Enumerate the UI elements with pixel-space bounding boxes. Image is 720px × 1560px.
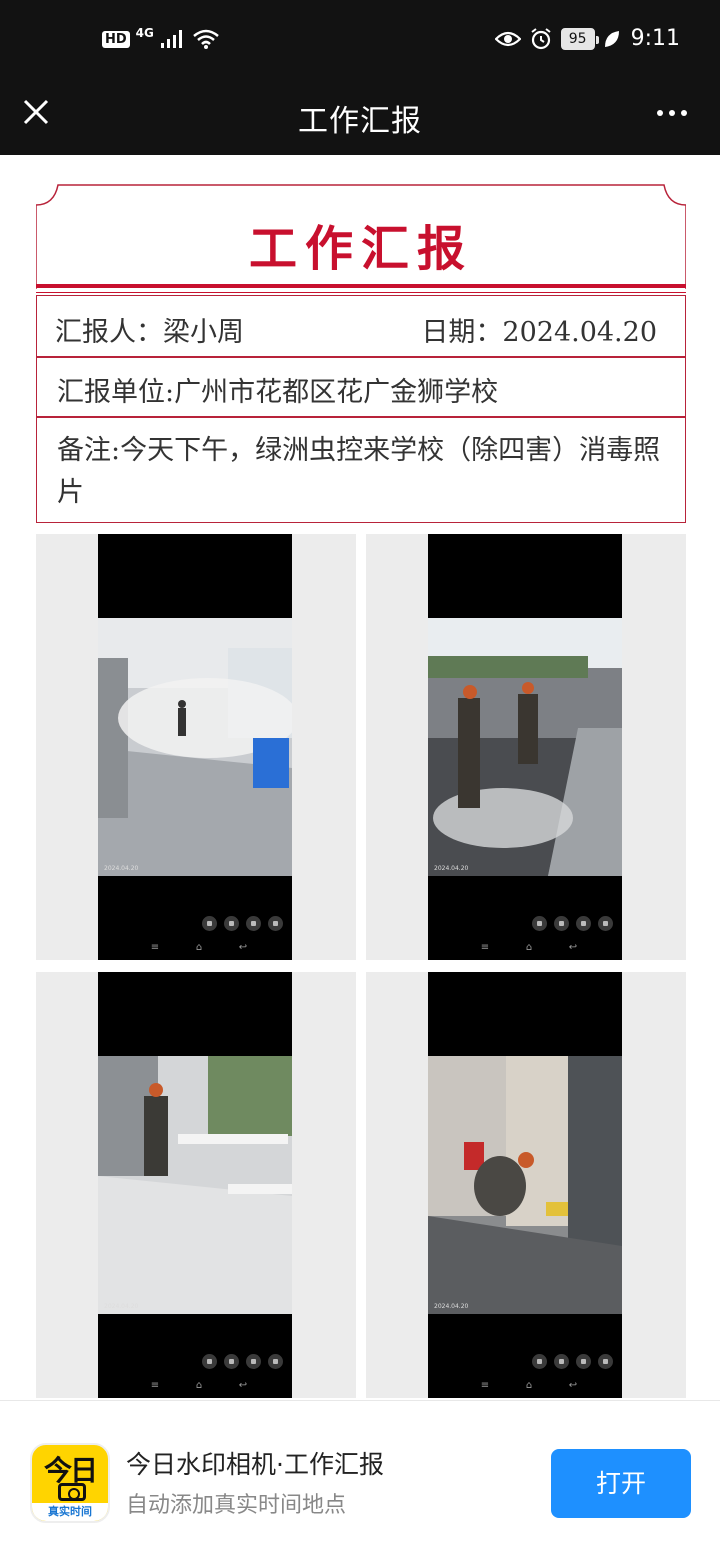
note-row: 备注:今天下午，绿洲虫控来学校（除四害）消毒照片 bbox=[36, 417, 686, 523]
report-unit: 汇报单位:广州市花都区花广金狮学校 bbox=[57, 377, 499, 408]
reporter-row: 汇报人：梁小周 日期：2024.04.20 bbox=[36, 295, 686, 357]
photo-image: 2024.04.20 bbox=[98, 1056, 292, 1314]
title-bar: 工作汇报 bbox=[0, 84, 720, 155]
menu-icon: ≡ bbox=[150, 1380, 160, 1391]
photo-image: 2024.04.20 bbox=[428, 618, 622, 876]
home-icon: ⌂ bbox=[195, 942, 203, 953]
app-icon-strip: 真实时间 bbox=[32, 1503, 108, 1521]
photo-toolbar bbox=[202, 1354, 283, 1369]
photo-navbar: ≡ ⌂ ↩ bbox=[148, 1380, 250, 1391]
tool-icon bbox=[532, 1354, 547, 1369]
camera-icon bbox=[58, 1483, 86, 1501]
tool-icon bbox=[246, 1354, 261, 1369]
unit-row: 汇报单位:广州市花都区花广金狮学校 bbox=[36, 357, 686, 417]
photo-watermark: 2024.04.20 bbox=[434, 865, 469, 872]
photo-frame: 2024.04.20 ≡ ⌂ ↩ bbox=[428, 534, 622, 960]
photo-watermark: 2024.04.20 bbox=[104, 1303, 139, 1310]
clock: 9:11 bbox=[630, 26, 680, 51]
alarm-icon bbox=[531, 27, 551, 49]
tool-icon bbox=[532, 916, 547, 931]
more-button[interactable] bbox=[652, 98, 692, 128]
photo-tile[interactable]: 2024.04.20 ≡ ⌂ ↩ bbox=[366, 972, 686, 1398]
tool-icon bbox=[576, 916, 591, 931]
network-label: 4G bbox=[135, 26, 154, 40]
more-icon-dot bbox=[681, 110, 687, 116]
report-date: 日期：2024.04.20 bbox=[421, 317, 657, 348]
home-icon: ⌂ bbox=[525, 1380, 533, 1391]
back-icon: ↩ bbox=[568, 1380, 578, 1391]
photo-navbar: ≡ ⌂ ↩ bbox=[478, 942, 580, 953]
photo-image: 2024.04.20 bbox=[98, 618, 292, 876]
banner-subtitle: 自动添加真实时间地点 bbox=[126, 1493, 347, 1518]
app-banner: 今日 真实时间 今日水印相机·工作汇报 自动添加真实时间地点 打开 bbox=[0, 1400, 720, 1560]
back-icon: ↩ bbox=[238, 1380, 248, 1391]
reporter-label: 汇报人：梁小周 bbox=[55, 317, 244, 348]
photo-watermark: 2024.04.20 bbox=[104, 865, 139, 872]
photo-frame: 2024.04.20 ≡ ⌂ ↩ bbox=[428, 972, 622, 1398]
status-right: 95 9:11 bbox=[494, 26, 680, 51]
tool-icon bbox=[202, 916, 217, 931]
report-note: 备注:今天下午，绿洲虫控来学校（除四害）消毒照片 bbox=[57, 435, 661, 508]
report-title: 工作汇报 bbox=[248, 221, 473, 277]
more-icon-dot bbox=[669, 110, 675, 116]
tool-icon bbox=[268, 916, 283, 931]
app-logo-icon[interactable]: 今日 真实时间 bbox=[30, 1443, 110, 1523]
photo-toolbar bbox=[532, 1354, 613, 1369]
menu-icon: ≡ bbox=[150, 942, 160, 953]
photo-navbar: ≡ ⌂ ↩ bbox=[148, 942, 250, 953]
tool-icon bbox=[598, 1354, 613, 1369]
status-bar: HD 4G 95 9:11 bbox=[0, 0, 720, 84]
tool-icon bbox=[554, 1354, 569, 1369]
tool-icon bbox=[202, 1354, 217, 1369]
tool-icon bbox=[224, 916, 239, 931]
home-icon: ⌂ bbox=[195, 1380, 203, 1391]
photo-image: 2024.04.20 bbox=[428, 1056, 622, 1314]
photo-watermark: 2024.04.20 bbox=[434, 1303, 469, 1310]
status-left: HD 4G bbox=[102, 26, 220, 50]
tool-icon bbox=[576, 1354, 591, 1369]
tool-icon bbox=[246, 916, 261, 931]
page-title: 工作汇报 bbox=[298, 104, 422, 139]
photo-frame: 2024.04.20 ≡ ⌂ ↩ bbox=[98, 972, 292, 1398]
signal-icon bbox=[160, 30, 182, 48]
header-divider bbox=[36, 284, 686, 288]
more-icon bbox=[657, 110, 663, 116]
wifi-icon bbox=[193, 29, 219, 49]
photo-tile[interactable]: 2024.04.20 ≡ ⌂ ↩ bbox=[366, 534, 686, 960]
tool-icon bbox=[554, 916, 569, 931]
menu-icon: ≡ bbox=[480, 1380, 490, 1391]
battery-icon: 95 bbox=[560, 27, 599, 50]
photo-toolbar bbox=[202, 916, 283, 931]
open-button[interactable]: 打开 bbox=[551, 1449, 691, 1518]
banner-title: 今日水印相机·工作汇报 bbox=[126, 1450, 384, 1479]
hd-badge: HD bbox=[102, 30, 130, 48]
tool-icon bbox=[224, 1354, 239, 1369]
menu-icon: ≡ bbox=[480, 942, 490, 953]
back-icon: ↩ bbox=[568, 942, 578, 953]
photo-frame: 2024.04.20 ≡ ⌂ ↩ bbox=[98, 534, 292, 960]
photo-tile[interactable]: 2024.04.20 ≡ ⌂ ↩ bbox=[36, 972, 356, 1398]
back-icon: ↩ bbox=[238, 942, 248, 953]
home-icon: ⌂ bbox=[525, 942, 533, 953]
report-header: 工作汇报 bbox=[36, 183, 686, 289]
header-divider-thin bbox=[36, 292, 686, 293]
tool-icon bbox=[268, 1354, 283, 1369]
eye-icon bbox=[494, 31, 521, 46]
photo-tile[interactable]: 2024.04.20 ≡ ⌂ ↩ bbox=[36, 534, 356, 960]
leaf-icon bbox=[604, 30, 619, 47]
photo-navbar: ≡ ⌂ ↩ bbox=[478, 1380, 580, 1391]
tool-icon bbox=[598, 916, 613, 931]
photo-toolbar bbox=[532, 916, 613, 931]
